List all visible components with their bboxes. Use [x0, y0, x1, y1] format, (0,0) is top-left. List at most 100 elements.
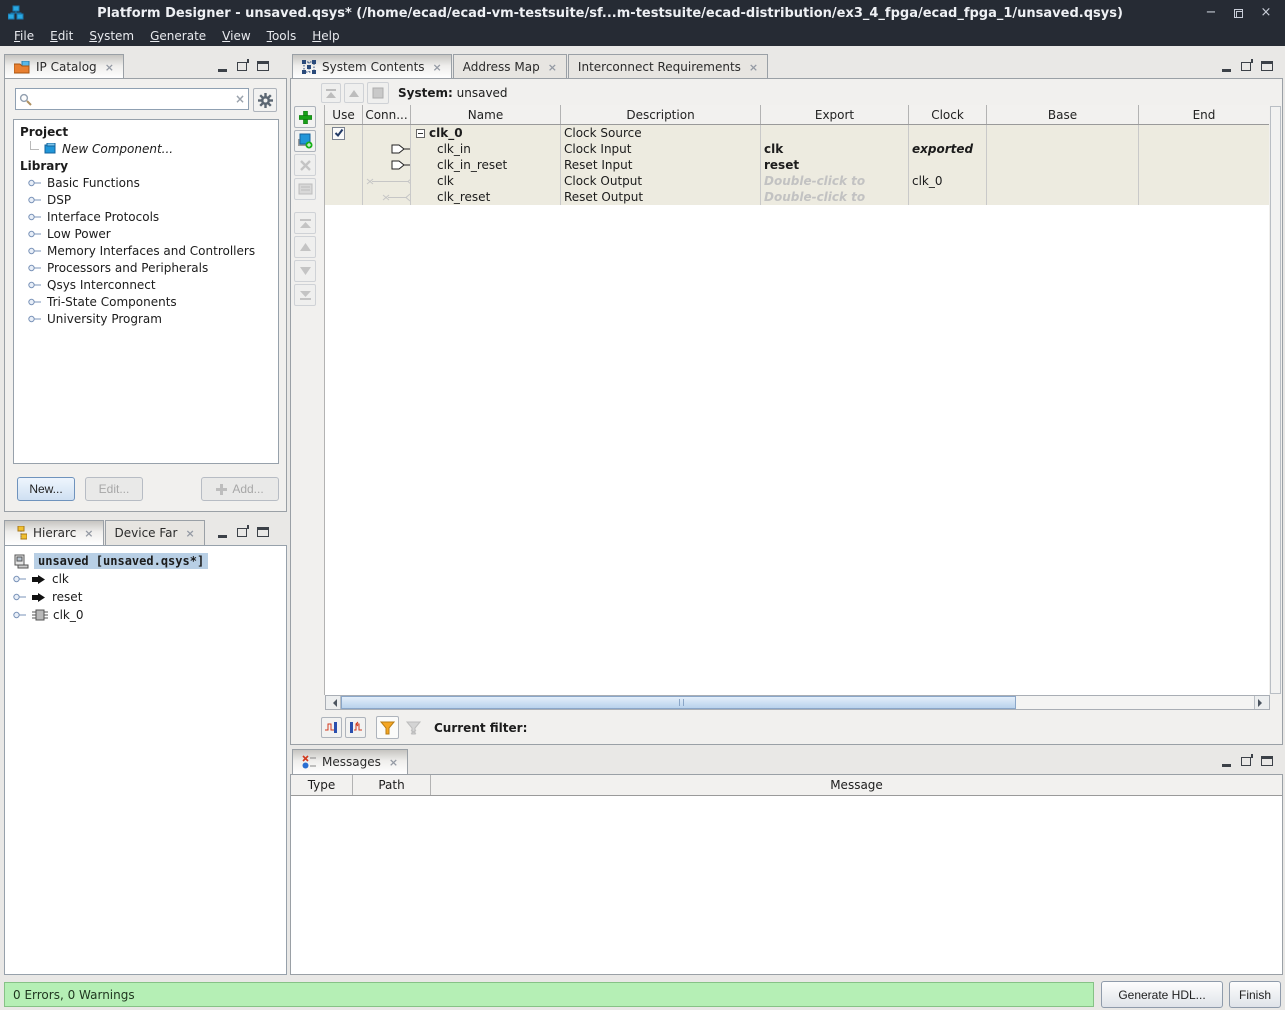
tab-device-family[interactable]: Device Far × — [105, 520, 205, 545]
move-top-button[interactable] — [294, 212, 316, 234]
close-icon[interactable]: × — [546, 61, 557, 74]
panel-minimize-icon[interactable] — [218, 535, 227, 538]
expander-icon[interactable] — [13, 611, 27, 619]
tree-item-university-program[interactable]: University Program — [18, 310, 278, 327]
wire-connection-icon[interactable] — [366, 177, 410, 186]
expander-icon[interactable] — [28, 179, 42, 187]
panel-float-icon[interactable] — [237, 62, 247, 71]
tree-item-low-power[interactable]: Low Power — [18, 225, 278, 242]
ip-search-input[interactable] — [32, 92, 235, 106]
panel-maximize-icon[interactable] — [1261, 756, 1273, 766]
tab-address-map[interactable]: Address Map × — [453, 54, 567, 79]
row-base[interactable] — [987, 189, 1139, 205]
show-interfaces-button[interactable] — [345, 717, 366, 738]
finish-button[interactable]: Finish — [1229, 981, 1281, 1008]
row-export[interactable]: clk — [761, 141, 909, 157]
col-header-description[interactable]: Description — [561, 105, 761, 124]
row-export[interactable]: reset — [761, 157, 909, 173]
panel-minimize-icon[interactable] — [1222, 69, 1231, 72]
col-header-clock[interactable]: Clock — [909, 105, 987, 124]
close-icon[interactable]: × — [103, 61, 114, 74]
expander-icon[interactable] — [28, 298, 42, 306]
row-clock[interactable]: clk_0 — [909, 173, 987, 189]
port-connection-icon[interactable] — [391, 144, 410, 154]
filter-button[interactable] — [376, 716, 399, 739]
tab-interconnect-requirements[interactable]: Interconnect Requirements × — [568, 54, 768, 79]
show-signals-button[interactable] — [321, 717, 342, 738]
remove-item-button[interactable] — [294, 154, 316, 176]
window-close-button[interactable]: × — [1259, 6, 1273, 20]
add-button[interactable]: Add... — [201, 477, 279, 501]
panel-minimize-icon[interactable] — [218, 69, 227, 72]
panel-minimize-icon[interactable] — [1222, 764, 1231, 767]
tab-system-contents[interactable]: System Contents × — [292, 54, 452, 79]
add-item-button[interactable] — [294, 106, 316, 128]
expander-icon[interactable] — [28, 264, 42, 272]
close-icon[interactable]: × — [747, 61, 758, 74]
close-icon[interactable]: × — [82, 527, 93, 540]
tree-item-new-component[interactable]: New Component... — [18, 140, 278, 157]
hierarchy-item-reset[interactable]: reset — [9, 588, 286, 606]
col-header-export[interactable]: Export — [761, 105, 909, 124]
tree-item-interface-protocols[interactable]: Interface Protocols — [18, 208, 278, 225]
menu-generate[interactable]: Generate — [142, 28, 214, 44]
tree-item-memory-interfaces[interactable]: Memory Interfaces and Controllers — [18, 242, 278, 259]
menu-tools[interactable]: Tools — [259, 28, 305, 44]
tree-item-tri-state-components[interactable]: Tri-State Components — [18, 293, 278, 310]
col-header-use[interactable]: Use — [325, 105, 363, 124]
table-row[interactable]: clk_in_reset Reset Input reset — [325, 157, 1269, 173]
row-clock[interactable] — [909, 189, 987, 205]
panel-maximize-icon[interactable] — [257, 527, 269, 537]
expander-icon[interactable] — [28, 315, 42, 323]
move-up-level-button[interactable] — [344, 83, 364, 103]
wire-connection-icon[interactable] — [382, 193, 410, 202]
col-header-end[interactable]: End — [1139, 105, 1269, 124]
close-icon[interactable]: × — [387, 756, 398, 769]
row-clock[interactable] — [909, 125, 987, 141]
row-clock[interactable] — [909, 157, 987, 173]
table-vertical-scrollbar[interactable] — [1270, 106, 1281, 694]
panel-maximize-icon[interactable] — [257, 61, 269, 71]
row-export[interactable]: Double-click to — [761, 173, 909, 189]
expander-icon[interactable] — [28, 230, 42, 238]
col-header-type[interactable]: Type — [291, 775, 353, 795]
menu-system[interactable]: System — [81, 28, 142, 44]
window-restore-button[interactable] — [1234, 9, 1243, 18]
port-connection-icon[interactable] — [391, 160, 410, 170]
tree-item-processors-peripherals[interactable]: Processors and Peripherals — [18, 259, 278, 276]
window-minimize-button[interactable]: − — [1204, 6, 1218, 20]
row-export[interactable] — [761, 125, 909, 141]
table-row[interactable]: clk Clock Output Double-click to clk_0 — [325, 173, 1269, 189]
expander-icon[interactable] — [28, 213, 42, 221]
use-checkbox[interactable] — [332, 127, 345, 140]
close-icon[interactable]: × — [183, 527, 194, 540]
table-horizontal-scrollbar[interactable] — [325, 695, 1270, 710]
row-export[interactable]: Double-click to — [761, 189, 909, 205]
tab-messages[interactable]: Messages × — [292, 749, 408, 774]
scroll-left-button[interactable] — [326, 696, 341, 709]
ip-search-field[interactable]: × — [15, 88, 249, 110]
tree-item-basic-functions[interactable]: Basic Functions — [18, 174, 278, 191]
edit-button[interactable]: Edit... — [85, 477, 143, 501]
tree-item-dsp[interactable]: DSP — [18, 191, 278, 208]
expander-icon[interactable] — [13, 575, 27, 583]
move-bottom-button[interactable] — [294, 284, 316, 306]
col-header-path[interactable]: Path — [353, 775, 431, 795]
close-icon[interactable]: × — [431, 61, 442, 74]
col-header-message[interactable]: Message — [431, 775, 1282, 795]
panel-float-icon[interactable] — [237, 528, 247, 537]
col-header-name[interactable]: Name — [411, 105, 561, 124]
menu-view[interactable]: View — [214, 28, 258, 44]
move-up-button[interactable] — [294, 236, 316, 258]
tab-ip-catalog[interactable]: IP Catalog × — [4, 54, 124, 79]
menu-help[interactable]: Help — [304, 28, 347, 44]
panel-maximize-icon[interactable] — [1261, 61, 1273, 71]
move-to-top-button[interactable] — [321, 83, 341, 103]
menu-edit[interactable]: Edit — [42, 28, 81, 44]
col-header-base[interactable]: Base — [987, 105, 1139, 124]
panel-float-icon[interactable] — [1241, 62, 1251, 71]
row-base[interactable] — [987, 173, 1139, 189]
tab-hierarchy[interactable]: Hierarc × — [4, 520, 104, 545]
table-row[interactable]: clk_0 Clock Source — [325, 125, 1269, 141]
collapse-toggle-icon[interactable] — [416, 129, 425, 138]
